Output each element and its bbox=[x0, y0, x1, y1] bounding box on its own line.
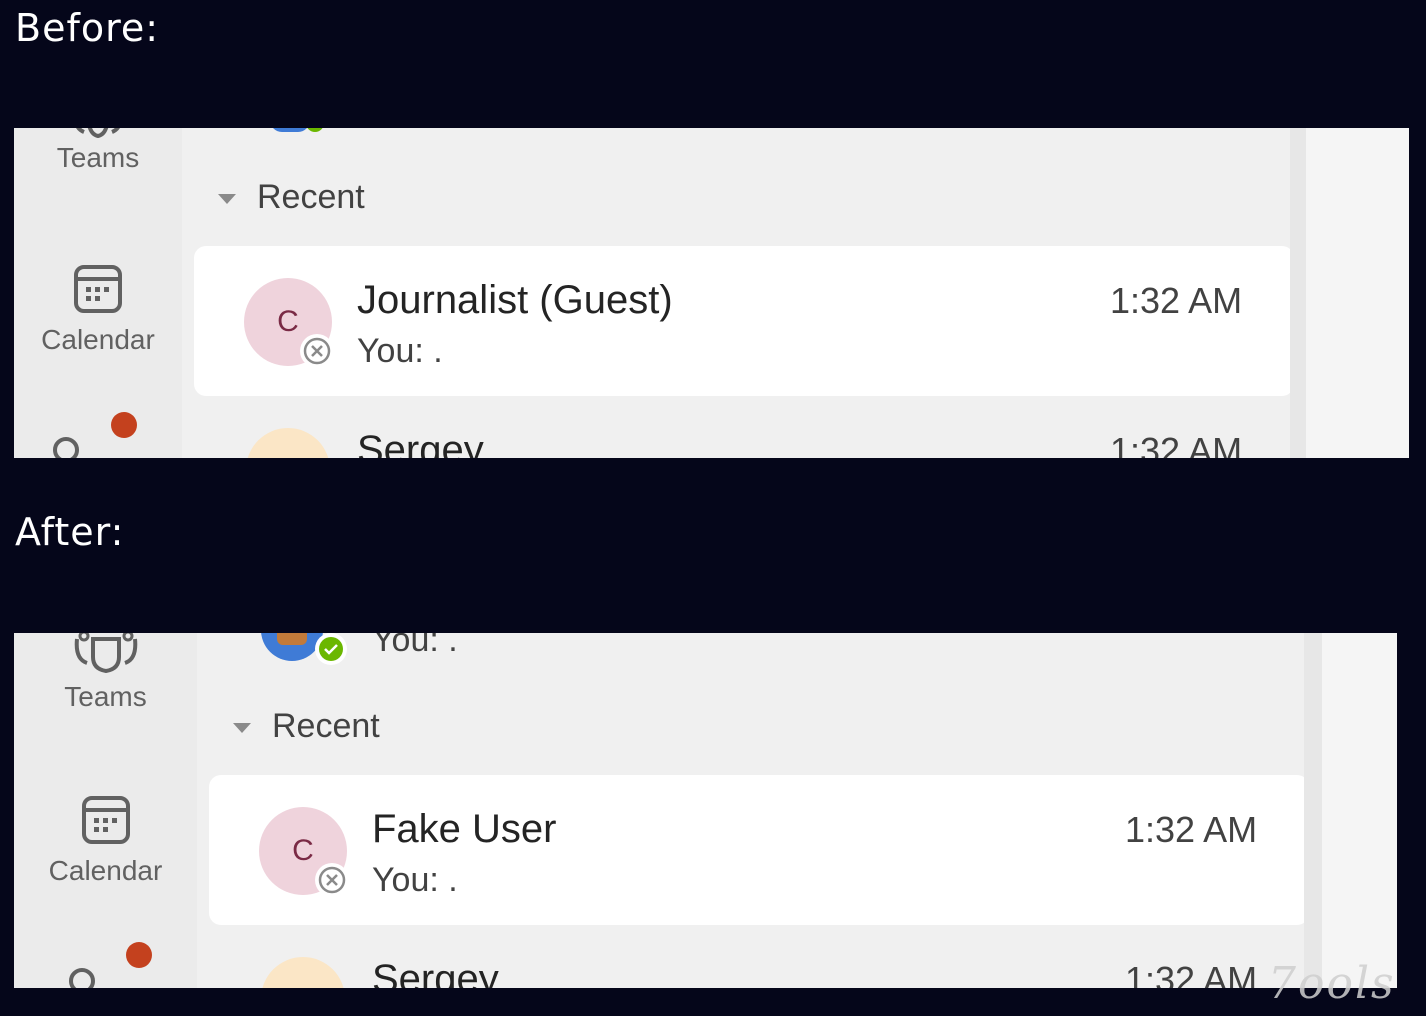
chat-name: Fake User bbox=[372, 807, 557, 851]
main-pane bbox=[1322, 633, 1397, 988]
available-status-icon bbox=[306, 128, 324, 132]
previous-avatar bbox=[270, 128, 310, 132]
available-status-icon bbox=[315, 633, 347, 665]
next-avatar bbox=[261, 957, 345, 988]
rail-item-teams[interactable]: Teams bbox=[14, 633, 197, 713]
next-chat-name[interactable]: Sergey bbox=[372, 957, 499, 988]
before-screenshot: Teams Calendar Recent C Journalist (Gues… bbox=[14, 128, 1409, 458]
chat-preview: You: . bbox=[357, 332, 443, 370]
blocked-status-icon bbox=[300, 334, 334, 368]
chat-item-selected[interactable]: C Journalist (Guest) You: . 1:32 AM bbox=[194, 246, 1294, 396]
chat-list: You: . Recent C Fake User You: . 1:32 AM… bbox=[197, 633, 1309, 988]
search-icon[interactable] bbox=[50, 430, 86, 458]
rail-item-teams[interactable]: Teams bbox=[14, 128, 182, 174]
chat-time: 1:32 AM bbox=[1125, 809, 1258, 850]
after-screenshot: Teams Calendar You: . Recent C Fake User… bbox=[14, 633, 1397, 988]
chat-name: Journalist (Guest) bbox=[357, 278, 673, 322]
app-rail: Teams Calendar bbox=[14, 128, 182, 458]
app-rail: Teams Calendar bbox=[14, 633, 197, 988]
next-chat-name[interactable]: Sergey bbox=[357, 428, 484, 458]
teams-icon bbox=[74, 633, 137, 673]
blocked-status-icon bbox=[315, 863, 349, 897]
chat-item-selected[interactable]: C Fake User You: . 1:32 AM bbox=[209, 775, 1309, 925]
previous-avatar bbox=[261, 633, 323, 661]
rail-label-teams: Teams bbox=[64, 681, 147, 712]
watermark-logo: 7ools bbox=[1268, 958, 1396, 1009]
chat-list: Recent C Journalist (Guest) You: . 1:32 … bbox=[182, 128, 1304, 458]
rail-item-calendar[interactable]: Calendar bbox=[14, 795, 197, 887]
rail-label-calendar: Calendar bbox=[48, 855, 163, 886]
after-caption: After: bbox=[15, 510, 125, 554]
chat-preview: You: . bbox=[372, 861, 458, 899]
main-pane bbox=[1306, 128, 1409, 458]
calendar-icon bbox=[74, 265, 122, 313]
caret-down-icon[interactable] bbox=[233, 723, 251, 733]
next-chat-time: 1:32 AM bbox=[1125, 959, 1258, 988]
rail-item-calendar[interactable]: Calendar bbox=[14, 264, 182, 356]
caret-down-icon[interactable] bbox=[218, 194, 236, 204]
section-recent[interactable]: Recent bbox=[272, 707, 380, 746]
notification-dot bbox=[126, 942, 152, 968]
next-chat-time: 1:32 AM bbox=[1110, 430, 1243, 458]
list-scroll-edge bbox=[1290, 128, 1306, 458]
rail-label-calendar: Calendar bbox=[41, 324, 155, 355]
search-icon[interactable] bbox=[66, 961, 102, 988]
notification-dot bbox=[111, 412, 137, 438]
chat-time: 1:32 AM bbox=[1110, 280, 1243, 321]
next-avatar bbox=[246, 428, 330, 458]
calendar-icon bbox=[81, 796, 130, 844]
section-recent[interactable]: Recent bbox=[257, 178, 365, 217]
prev-chat-preview: You: . bbox=[372, 633, 458, 659]
before-caption: Before: bbox=[15, 6, 160, 50]
list-scroll-edge bbox=[1304, 633, 1322, 988]
rail-label-teams: Teams bbox=[56, 142, 140, 173]
